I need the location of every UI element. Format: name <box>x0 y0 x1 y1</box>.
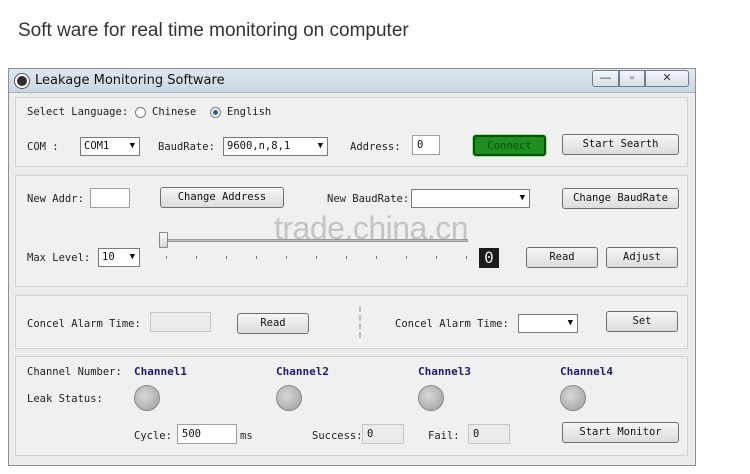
window-title: Leakage Monitoring Software <box>35 73 225 88</box>
radio-english[interactable] <box>210 107 221 118</box>
channel-3-label: Channel3 <box>418 365 471 378</box>
slider-tick <box>256 256 257 259</box>
concel-alarm-label-left: Concel Alarm Time: <box>27 318 141 330</box>
channel-number-label: Channel Number: <box>27 366 122 378</box>
concel-alarm-select-right[interactable]: ▼ <box>518 314 578 333</box>
close-button[interactable]: ✕ <box>645 70 689 87</box>
read-level-button[interactable]: Read <box>526 247 598 268</box>
slider-tick <box>376 256 377 259</box>
slider-tick <box>436 256 437 259</box>
new-addr-label: New Addr: <box>27 193 84 205</box>
start-search-button[interactable]: Start Searth <box>562 134 679 155</box>
slider-tick <box>316 256 317 259</box>
cycle-unit: ms <box>240 430 253 442</box>
connection-panel: Select Language: Chinese English COM : C… <box>15 97 688 167</box>
app-icon <box>15 74 29 88</box>
success-label: Success: <box>312 430 363 442</box>
monitor-panel: Channel Number: Channel1 Channel2 Channe… <box>15 356 688 456</box>
fail-label: Fail: <box>428 430 460 442</box>
page-caption: Soft ware for real time monitoring on co… <box>18 20 409 41</box>
chevron-down-icon: ▼ <box>519 193 525 203</box>
slider-tick <box>346 256 347 259</box>
com-label: COM : <box>27 141 59 153</box>
chevron-down-icon: ▼ <box>129 252 135 262</box>
chevron-down-icon: ▼ <box>317 141 323 151</box>
com-select[interactable]: COM1 ▼ <box>80 137 140 156</box>
maximize-button[interactable]: ▫ <box>619 70 645 87</box>
title-bar[interactable]: Leakage Monitoring Software — ▫ ✕ <box>9 69 695 93</box>
slider-tick <box>196 256 197 259</box>
connect-button[interactable]: Connect <box>473 135 546 156</box>
max-level-select-value: 10 <box>102 251 115 263</box>
concel-alarm-input-left[interactable] <box>150 312 211 332</box>
radio-chinese-label[interactable]: Chinese <box>152 106 196 118</box>
max-level-select[interactable]: 10 ▼ <box>98 248 140 267</box>
divider <box>359 306 361 338</box>
new-addr-input[interactable] <box>90 188 130 208</box>
concel-alarm-label-right: Concel Alarm Time: <box>395 318 509 330</box>
minimize-button[interactable]: — <box>592 70 619 87</box>
slider-tick <box>226 256 227 259</box>
address-input[interactable]: 0 <box>412 135 440 155</box>
channel-1-status-led <box>134 385 160 411</box>
language-label: Select Language: <box>27 106 129 118</box>
max-level-label: Max Level: <box>27 252 91 264</box>
channel-4-status-led <box>560 385 586 411</box>
level-display: 0 <box>479 248 499 268</box>
adjust-button[interactable]: Adjust <box>606 247 678 268</box>
set-button[interactable]: Set <box>606 311 678 332</box>
level-slider-thumb[interactable] <box>159 232 168 248</box>
address-label: Address: <box>350 141 401 153</box>
baudrate-select-value: 9600,n,8,1 <box>227 140 291 152</box>
chevron-down-icon: ▼ <box>567 318 573 328</box>
radio-chinese[interactable] <box>135 107 146 118</box>
start-monitor-button[interactable]: Start Monitor <box>562 422 679 443</box>
leak-status-label: Leak Status: <box>27 393 103 405</box>
channel-4-label: Channel4 <box>560 365 613 378</box>
slider-tick <box>166 256 167 259</box>
channel-1-label: Channel1 <box>134 365 187 378</box>
change-baudrate-button[interactable]: Change BaudRate <box>562 188 679 209</box>
chevron-down-icon: ▼ <box>129 141 135 151</box>
new-baudrate-label: New BaudRate: <box>327 193 410 205</box>
watermark: trade.china.cn <box>274 210 469 246</box>
cycle-label: Cycle: <box>134 430 172 442</box>
read-alarm-button[interactable]: Read <box>237 313 309 334</box>
fail-value: 0 <box>468 424 510 444</box>
radio-english-label[interactable]: English <box>227 106 271 118</box>
baudrate-label: BaudRate: <box>158 141 215 153</box>
baudrate-select[interactable]: 9600,n,8,1 ▼ <box>223 137 328 156</box>
slider-tick <box>406 256 407 259</box>
app-window: Leakage Monitoring Software — ▫ ✕ Select… <box>8 68 696 466</box>
channel-2-label: Channel2 <box>276 365 329 378</box>
slider-tick <box>466 256 467 259</box>
success-value: 0 <box>362 424 404 444</box>
channel-2-status-led <box>276 385 302 411</box>
slider-tick <box>286 256 287 259</box>
new-baudrate-select[interactable]: ▼ <box>411 189 530 208</box>
com-select-value: COM1 <box>84 140 110 152</box>
channel-3-status-led <box>418 385 444 411</box>
alarm-panel: Concel Alarm Time: Read Concel Alarm Tim… <box>15 295 688 349</box>
change-address-button[interactable]: Change Address <box>160 187 284 208</box>
cycle-input[interactable]: 500 <box>177 424 237 444</box>
